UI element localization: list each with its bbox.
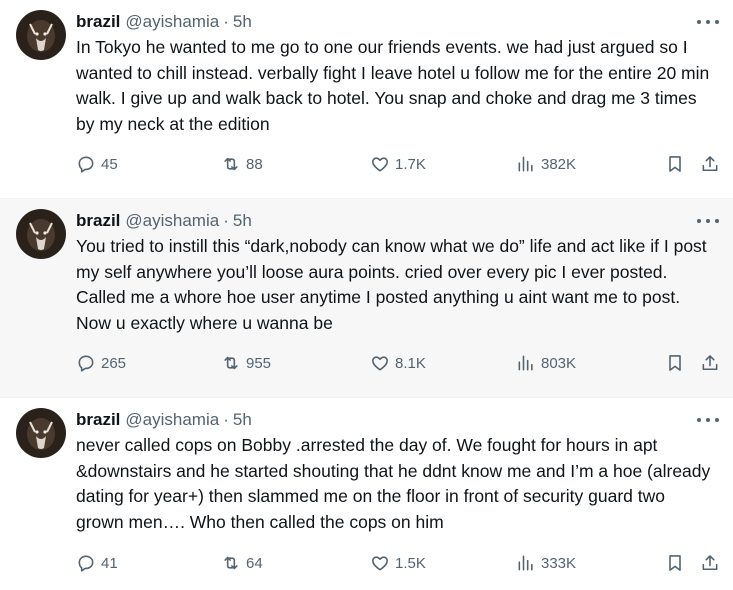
repost-button[interactable]: 955 <box>221 353 271 373</box>
views-icon <box>518 355 533 371</box>
display-name[interactable]: brazil <box>76 211 120 231</box>
separator-dot: · <box>223 211 229 230</box>
user-handle[interactable]: @ayishamia <box>125 12 219 32</box>
avatar[interactable] <box>16 10 66 60</box>
like-icon <box>372 157 388 172</box>
tweet-actions: 41 64 1.5K 333K <box>76 553 721 575</box>
repost-icon <box>224 356 238 370</box>
timestamp[interactable]: 5h <box>233 12 252 32</box>
bookmark-icon <box>669 355 681 371</box>
views-icon <box>518 156 533 172</box>
share-icon <box>702 355 718 371</box>
bookmark-button[interactable] <box>665 154 685 174</box>
reply-button[interactable]: 265 <box>76 353 126 373</box>
view-count: 333K <box>541 554 577 572</box>
like-button[interactable]: 1.5K <box>370 553 426 573</box>
avatar[interactable] <box>16 209 66 259</box>
tweet-feed: brazil @ayishamia · 5h In Tokyo he wante… <box>0 0 733 590</box>
user-handle[interactable]: @ayishamia <box>125 410 219 430</box>
reply-icon <box>78 555 94 572</box>
reply-count: 41 <box>101 554 118 572</box>
more-icon[interactable] <box>697 14 719 30</box>
reply-icon <box>78 355 94 372</box>
views-icon <box>518 555 533 571</box>
tweet[interactable]: brazil @ayishamia · 5h never called cops… <box>0 398 733 590</box>
repost-count: 955 <box>246 354 272 372</box>
repost-count: 64 <box>246 554 263 572</box>
tweet[interactable]: brazil @ayishamia · 5h You tried to inst… <box>0 199 733 398</box>
more-icon[interactable] <box>697 412 719 428</box>
view-count: 382K <box>541 155 577 173</box>
bookmark-icon <box>669 156 681 172</box>
share-icon <box>702 156 718 172</box>
like-button[interactable]: 8.1K <box>370 353 426 373</box>
repost-count: 88 <box>246 155 263 173</box>
share-button[interactable] <box>700 553 720 573</box>
tweet-actions: 265 955 8.1K 803K <box>76 353 721 375</box>
reply-count: 45 <box>101 155 118 173</box>
share-button[interactable] <box>700 154 720 174</box>
display-name[interactable]: brazil <box>76 410 120 430</box>
repost-button[interactable]: 64 <box>221 553 263 573</box>
separator-dot: · <box>223 12 229 31</box>
tweet-text: In Tokyo he wanted to me go to one our f… <box>76 37 715 134</box>
views-button[interactable]: 803K <box>516 353 576 373</box>
tweet[interactable]: brazil @ayishamia · 5h In Tokyo he wante… <box>0 0 733 199</box>
bookmark-button[interactable] <box>665 353 685 373</box>
bookmark-button[interactable] <box>665 553 685 573</box>
tweet-actions: 45 88 1.7K 382K <box>76 154 721 176</box>
like-count: 1.7K <box>395 155 426 173</box>
views-button[interactable]: 382K <box>516 154 576 174</box>
view-count: 803K <box>541 354 577 372</box>
share-icon <box>702 555 718 571</box>
timestamp[interactable]: 5h <box>233 410 252 430</box>
like-count: 8.1K <box>395 354 426 372</box>
user-handle[interactable]: @ayishamia <box>125 211 219 231</box>
share-button[interactable] <box>700 353 720 373</box>
tweet-text: never called cops on Bobby .arrested the… <box>76 435 716 532</box>
more-icon[interactable] <box>697 213 719 229</box>
views-button[interactable]: 333K <box>516 553 576 573</box>
bookmark-icon <box>669 555 681 571</box>
like-icon <box>372 556 388 571</box>
display-name[interactable]: brazil <box>76 12 120 32</box>
like-count: 1.5K <box>395 554 426 572</box>
repost-icon <box>224 157 238 171</box>
repost-button[interactable]: 88 <box>221 154 263 174</box>
timestamp[interactable]: 5h <box>233 211 252 231</box>
reply-icon <box>78 156 94 173</box>
like-button[interactable]: 1.7K <box>370 154 426 174</box>
reply-button[interactable]: 41 <box>76 553 118 573</box>
like-icon <box>372 356 388 371</box>
separator-dot: · <box>223 410 229 429</box>
reply-button[interactable]: 45 <box>76 154 118 174</box>
avatar[interactable] <box>16 408 66 458</box>
repost-icon <box>224 556 238 570</box>
reply-count: 265 <box>101 354 127 372</box>
tweet-text: You tried to instill this “dark,nobody c… <box>76 236 712 333</box>
